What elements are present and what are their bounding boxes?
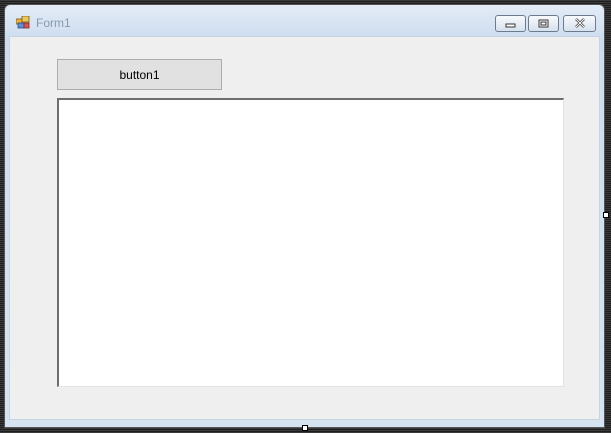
form-window[interactable]: Form1 button1 <box>4 4 605 428</box>
form-client-area: button1 <box>9 36 600 420</box>
resize-handle-bottom[interactable] <box>302 425 308 431</box>
minimize-icon <box>505 15 516 33</box>
title-bar[interactable]: Form1 <box>5 5 604 39</box>
maximize-icon <box>538 15 549 33</box>
button1[interactable]: button1 <box>57 59 222 90</box>
close-button[interactable] <box>563 15 596 32</box>
resize-handle-right[interactable] <box>603 212 609 218</box>
maximize-button[interactable] <box>528 15 559 32</box>
minimize-button[interactable] <box>495 15 526 32</box>
multiline-textbox[interactable] <box>57 98 564 387</box>
close-icon <box>574 15 586 33</box>
form-app-icon <box>15 15 30 29</box>
window-title: Form1 <box>36 16 71 30</box>
